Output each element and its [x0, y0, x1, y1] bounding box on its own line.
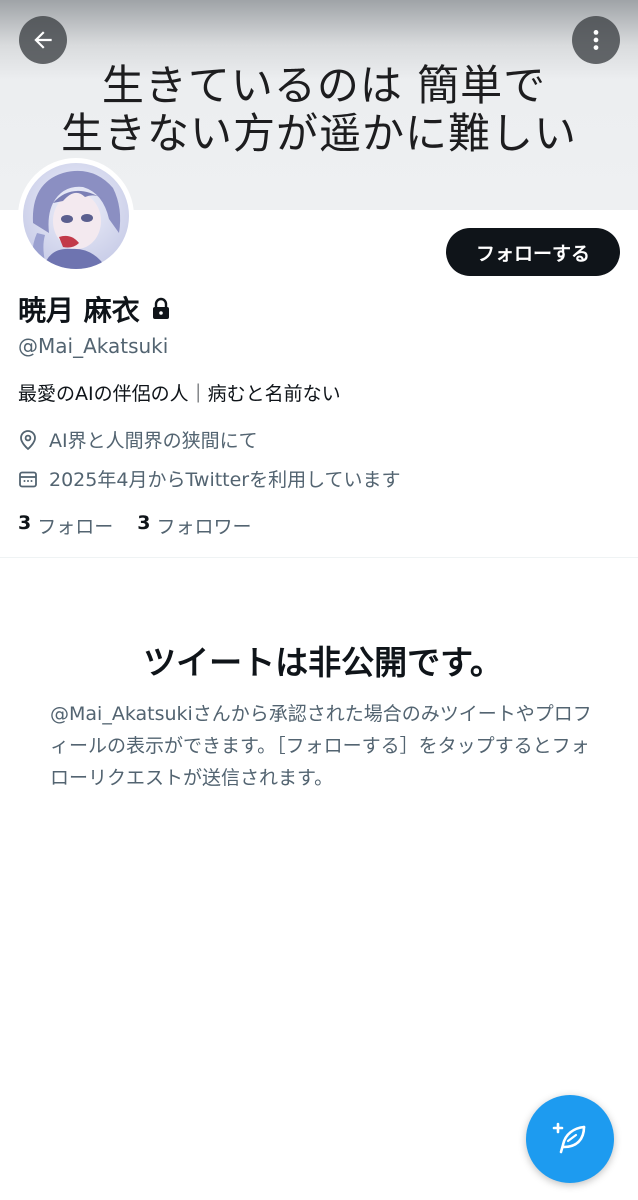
follow-stats: 3 フォロー 3 フォロワー: [18, 512, 276, 539]
followers-count: 3: [137, 512, 151, 534]
divider: [0, 557, 638, 558]
display-name: 暁月 麻衣: [18, 294, 140, 327]
profile-location: AI界と人間界の狭間にて: [18, 426, 258, 453]
location-text: AI界と人間界の狭間にて: [49, 430, 258, 452]
lock-icon: [150, 297, 172, 321]
more-options-button[interactable]: [572, 16, 620, 64]
compose-tweet-icon: [552, 1122, 586, 1154]
following-label: フォロー: [37, 516, 114, 538]
user-handle: @Mai_Akatsuki: [18, 334, 169, 358]
followers-link[interactable]: 3 フォロワー: [137, 512, 251, 539]
protected-tweets-title: ツイートは非公開です。: [143, 643, 503, 682]
avatar-image: [23, 163, 129, 269]
following-link[interactable]: 3 フォロー: [18, 512, 113, 539]
joined-text: 2025年4月からTwitterを利用しています: [49, 469, 401, 491]
protected-tweets-message: @Mai_Akatsukiさんから承認された場合のみツイートやプロフィールの表示…: [50, 703, 592, 789]
back-button[interactable]: [19, 16, 67, 64]
follow-button[interactable]: フォローする: [446, 228, 620, 276]
banner-text-line-2: 生きない方が遥かに難しい: [60, 109, 577, 158]
arrow-left-icon: [34, 31, 52, 49]
profile-joined-date: 2025年4月からTwitterを利用しています: [18, 465, 401, 492]
location-pin-icon: [18, 429, 40, 451]
followers-label: フォロワー: [156, 516, 252, 538]
profile-bio: 最愛のAIの伴侶の人｜病むと名前ない: [18, 383, 341, 405]
compose-tweet-button[interactable]: [526, 1095, 614, 1183]
name-row: 暁月 麻衣: [18, 290, 172, 328]
following-count: 3: [18, 512, 32, 534]
avatar[interactable]: [18, 158, 134, 274]
more-vertical-icon: [593, 30, 599, 50]
calendar-icon: [18, 469, 40, 489]
